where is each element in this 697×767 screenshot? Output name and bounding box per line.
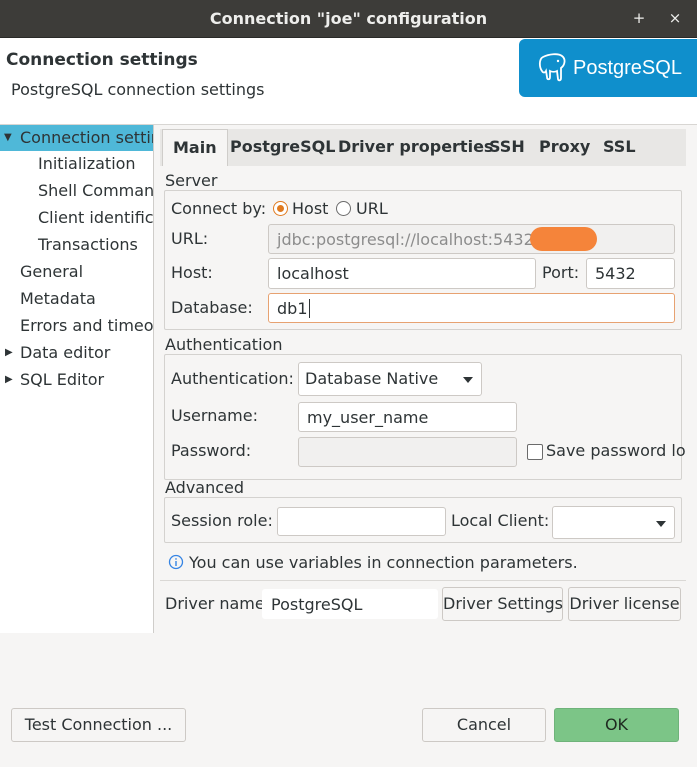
port-label: Port: [542, 263, 580, 282]
driver-name-field: PostgreSQL [262, 589, 438, 619]
page-subtitle: PostgreSQL connection settings [11, 80, 265, 99]
collapsed-arrow-icon[interactable]: ▶ [5, 367, 13, 393]
driver-divider [160, 580, 686, 581]
expanded-arrow-icon[interactable]: ▼ [4, 125, 12, 151]
local-client-select[interactable] [552, 506, 675, 539]
page-title: Connection settings [6, 50, 198, 70]
session-role-field[interactable] [277, 507, 446, 536]
tree-item-transactions[interactable]: Transactions [38, 232, 138, 258]
tab-ssh[interactable]: SSH [489, 129, 525, 166]
text-cursor [308, 299, 310, 318]
server-group-title: Server [165, 171, 218, 190]
info-text: You can use variables in connection para… [189, 553, 578, 572]
auth-group-title: Authentication [165, 335, 283, 354]
tab-ssl[interactable]: SSL [603, 129, 636, 166]
port-field[interactable]: 5432 [586, 258, 675, 289]
tab-postgresql[interactable]: PostgreSQL [230, 129, 335, 166]
dialog-header: Connection settings PostgreSQL connectio… [0, 38, 697, 124]
logo-text: PostgreSQL [573, 57, 682, 79]
password-field[interactable] [298, 437, 517, 467]
window-titlebar: Connection "joe" configuration + × [0, 0, 697, 38]
tree-item-connection-settings[interactable]: ▼ Connection settings [0, 125, 153, 151]
tab-main[interactable]: Main [162, 129, 228, 167]
url-label: URL: [171, 229, 209, 248]
password-label: Password: [171, 441, 252, 460]
username-label: Username: [171, 406, 258, 425]
driver-license-button[interactable]: Driver license [568, 587, 681, 621]
tab-proxy[interactable]: Proxy [539, 129, 590, 166]
authentication-value: Database Native [305, 369, 439, 388]
tree-item-label: SQL Editor [20, 370, 105, 389]
chevron-down-icon [463, 377, 473, 383]
save-password-label[interactable]: Save password lo [546, 441, 686, 460]
maximize-button[interactable]: + [629, 8, 649, 28]
advanced-group-title: Advanced [165, 478, 245, 497]
tab-bar: Main PostgreSQL Driver properties SSH Pr… [160, 129, 686, 167]
elephant-icon [538, 53, 566, 82]
authentication-label: Authentication: [171, 369, 294, 388]
local-client-label: Local Client: [451, 511, 550, 530]
tree-item-client-identification[interactable]: Client identification [38, 205, 153, 231]
close-button[interactable]: × [665, 8, 685, 28]
postgresql-logo: PostgreSQL [519, 39, 697, 97]
tree-item-data-editor[interactable]: ▶ Data editor [0, 340, 153, 366]
redaction-mark [530, 227, 597, 251]
tree-item-label: Data editor [20, 343, 111, 362]
host-radio[interactable] [273, 201, 288, 216]
tree-item-metadata[interactable]: Metadata [20, 286, 96, 312]
tab-driver-properties[interactable]: Driver properties [338, 129, 493, 166]
info-icon [168, 554, 184, 570]
tree-item-sql-editor[interactable]: ▶ SQL Editor [0, 367, 153, 393]
connect-by-label: Connect by: [171, 199, 267, 218]
url-radio-label[interactable]: URL [356, 199, 388, 218]
database-field[interactable]: db1 [268, 293, 675, 323]
username-field[interactable]: my_user_name [298, 402, 517, 432]
window-title: Connection "joe" configuration [209, 9, 488, 28]
settings-tree: ▼ Connection settings Initialization She… [0, 125, 154, 633]
driver-name-label: Driver name: [165, 594, 271, 613]
tree-item-initialization[interactable]: Initialization [38, 151, 136, 177]
main-tab-panel: Server Connect by: Host URL URL: jdbc:po… [160, 166, 686, 632]
collapsed-arrow-icon[interactable]: ▶ [5, 340, 13, 366]
url-radio[interactable] [336, 201, 351, 216]
save-password-checkbox[interactable] [527, 444, 543, 460]
host-radio-label[interactable]: Host [292, 199, 328, 218]
driver-settings-button[interactable]: Driver Settings [442, 587, 563, 621]
url-field[interactable]: jdbc:postgresql://localhost:5432/ [268, 224, 675, 254]
database-label: Database: [171, 298, 253, 317]
tree-item-errors-timeouts[interactable]: Errors and timeouts [20, 313, 153, 339]
cancel-button[interactable]: Cancel [422, 708, 546, 742]
url-value: jdbc:postgresql://localhost:5432/ [277, 230, 540, 249]
test-connection-button[interactable]: Test Connection ... [11, 708, 186, 742]
session-role-label: Session role: [171, 511, 273, 530]
ok-button[interactable]: OK [554, 708, 679, 742]
tree-item-label: Connection settings [20, 128, 153, 147]
database-value: db1 [277, 299, 308, 318]
chevron-down-icon [656, 521, 666, 527]
tree-item-shell-commands[interactable]: Shell Commands [38, 178, 153, 204]
authentication-select[interactable]: Database Native [298, 362, 482, 396]
tree-item-general[interactable]: General [20, 259, 83, 285]
host-label: Host: [171, 263, 213, 282]
host-field[interactable]: localhost [268, 258, 536, 289]
